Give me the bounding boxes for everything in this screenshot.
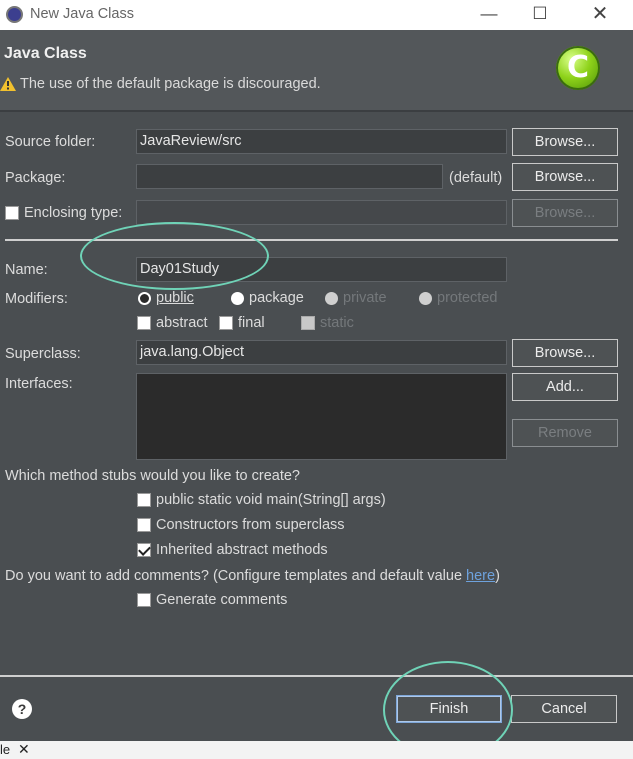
- highlight-ellipse-name: [80, 222, 269, 290]
- generate-comments-label: Generate comments: [156, 592, 288, 608]
- static-checkbox: [301, 316, 315, 330]
- package-modifier-label: package: [249, 290, 304, 306]
- enclosing-type-label: Enclosing type:: [24, 205, 123, 221]
- main-stub-checkbox[interactable]: [137, 493, 151, 507]
- maximize-button[interactable]: ☐: [512, 0, 568, 30]
- method-stubs-question: Which method stubs would you like to cre…: [5, 468, 300, 484]
- main-stub-label: public static void main(String[] args): [156, 492, 386, 508]
- modifier-private-option: private: [325, 290, 387, 306]
- cancel-label: Cancel: [541, 701, 587, 717]
- inherited-stub-label: Inherited abstract methods: [156, 542, 328, 558]
- window-title: New Java Class: [30, 6, 134, 22]
- stub-constructors-option[interactable]: Constructors from superclass: [137, 517, 345, 533]
- generate-comments-option[interactable]: Generate comments: [137, 592, 287, 608]
- private-label: private: [343, 290, 387, 306]
- package-browse-button[interactable]: Browse...: [512, 163, 618, 191]
- warning-icon: [0, 77, 16, 91]
- enclosing-type-browse-button: Browse...: [512, 199, 618, 227]
- abstract-checkbox[interactable]: [137, 316, 151, 330]
- protected-radio: [419, 291, 432, 305]
- minimize-button[interactable]: —: [461, 0, 517, 30]
- cancel-button[interactable]: Cancel: [511, 695, 617, 723]
- interfaces-list[interactable]: [136, 373, 507, 460]
- inherited-stub-checkbox[interactable]: [137, 543, 151, 557]
- modifier-public-option[interactable]: public: [138, 290, 194, 306]
- public-label: public: [156, 290, 194, 306]
- superclass-input[interactable]: java.lang.Object: [136, 340, 507, 365]
- browse-label: Browse...: [534, 345, 596, 361]
- interfaces-label: Interfaces:: [5, 376, 73, 392]
- constructors-stub-label: Constructors from superclass: [156, 517, 345, 533]
- interfaces-remove-button: Remove: [512, 419, 618, 447]
- warning-message: The use of the default package is discou…: [0, 76, 321, 92]
- add-label: Add...: [546, 379, 584, 395]
- modifiers-label: Modifiers:: [5, 291, 68, 307]
- warning-text: The use of the default package is discou…: [20, 76, 321, 92]
- package-radio[interactable]: [231, 291, 244, 305]
- final-label: final: [238, 315, 265, 331]
- close-window-button[interactable]: ✕: [572, 0, 628, 30]
- name-label: Name:: [5, 262, 48, 278]
- background-tab-label: le: [0, 742, 11, 757]
- remove-label: Remove: [538, 425, 592, 441]
- stub-inherited-option[interactable]: Inherited abstract methods: [137, 542, 328, 558]
- package-input[interactable]: [136, 164, 443, 189]
- page-title: Java Class: [4, 45, 87, 62]
- source-folder-browse-button[interactable]: Browse...: [512, 128, 618, 156]
- browse-label: Browse...: [534, 169, 596, 185]
- comments-question-suffix: ): [495, 568, 500, 584]
- modifier-final-option[interactable]: final: [219, 315, 265, 331]
- browse-label: Browse...: [534, 134, 596, 150]
- private-radio: [325, 291, 338, 305]
- interfaces-add-button[interactable]: Add...: [512, 373, 618, 401]
- modifier-package-option[interactable]: package: [231, 290, 304, 306]
- static-label: static: [320, 315, 354, 331]
- abstract-label: abstract: [156, 315, 208, 331]
- protected-label: protected: [437, 290, 498, 306]
- footer-divider: [0, 675, 633, 677]
- configure-templates-link[interactable]: here: [466, 568, 495, 584]
- header-separator: [0, 110, 633, 112]
- modifier-abstract-option[interactable]: abstract: [137, 315, 208, 331]
- public-radio[interactable]: [138, 291, 151, 305]
- constructors-stub-checkbox[interactable]: [137, 518, 151, 532]
- stub-main-option[interactable]: public static void main(String[] args): [137, 492, 386, 508]
- enclosing-type-checkbox[interactable]: [5, 206, 19, 220]
- background-editor-tab-strip: le ✕: [0, 741, 633, 759]
- eclipse-app-icon: [6, 6, 23, 23]
- java-class-logo-icon: C: [556, 46, 600, 90]
- superclass-browse-button[interactable]: Browse...: [512, 339, 618, 367]
- package-label: Package:: [5, 170, 66, 186]
- superclass-label: Superclass:: [5, 346, 81, 362]
- wizard-header: Java Class The use of the default packag…: [0, 30, 633, 110]
- help-icon[interactable]: ?: [12, 699, 32, 719]
- close-tab-icon[interactable]: ✕: [18, 741, 30, 758]
- final-checkbox[interactable]: [219, 316, 233, 330]
- comments-question: Do you want to add comments? (Configure …: [5, 568, 500, 584]
- source-folder-label: Source folder:: [5, 134, 96, 150]
- source-folder-input[interactable]: JavaReview/src: [136, 129, 507, 154]
- modifier-static-option: static: [301, 315, 354, 331]
- enclosing-type-option[interactable]: Enclosing type:: [5, 205, 122, 221]
- comments-question-text: Do you want to add comments? (Configure …: [5, 568, 467, 584]
- enclosing-type-input: [136, 200, 507, 225]
- browse-label: Browse...: [534, 205, 596, 221]
- modifier-protected-option: protected: [419, 290, 497, 306]
- package-default-label: (default): [449, 170, 503, 186]
- generate-comments-checkbox[interactable]: [137, 593, 151, 607]
- title-bar: New Java Class — ☐ ✕: [0, 0, 633, 30]
